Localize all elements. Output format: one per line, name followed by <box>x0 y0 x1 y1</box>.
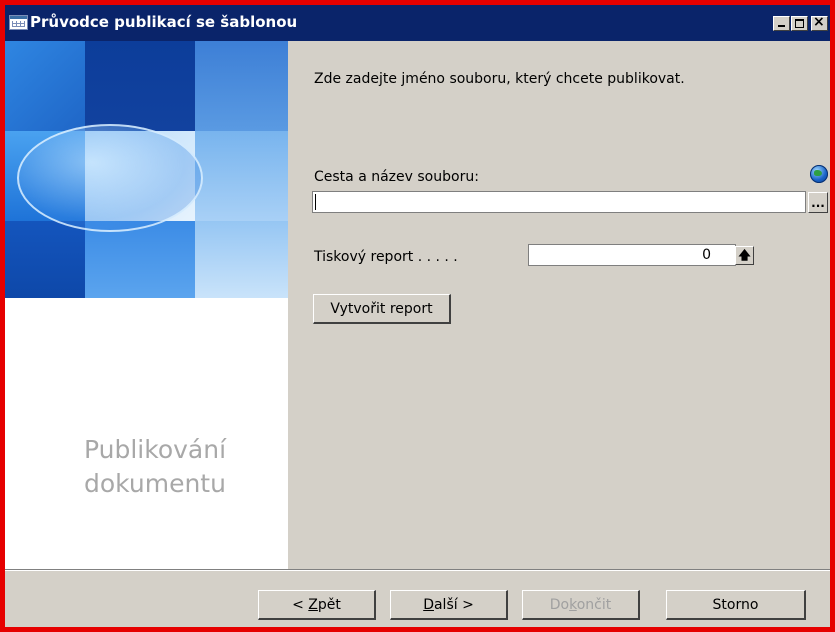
back-rest: pět <box>317 596 341 613</box>
finish-button[interactable]: Dokončit <box>522 590 640 620</box>
cancel-button[interactable]: Storno <box>666 590 806 620</box>
file-path-input[interactable] <box>312 191 806 213</box>
table-icon <box>9 15 28 30</box>
minimize-button[interactable] <box>773 16 790 31</box>
wizard-content: Zde zadejte jméno souboru, který chcete … <box>288 41 830 569</box>
footer-divider <box>5 569 830 571</box>
maximize-button[interactable] <box>791 16 808 31</box>
back-accelerator: Z <box>308 596 318 613</box>
print-report-label: Tiskový report . . . . . <box>314 249 458 265</box>
browse-button[interactable]: ... <box>808 192 828 213</box>
back-button[interactable]: < Zpět <box>258 590 376 620</box>
finish-pre: Do <box>549 596 570 613</box>
back-prefix: < <box>292 596 309 613</box>
finish-rest: ončit <box>576 596 612 613</box>
sidebar-caption: Publikování dokumentu <box>45 433 265 501</box>
next-button[interactable]: Další > <box>390 590 508 620</box>
banner-image <box>5 41 288 298</box>
create-report-button[interactable]: Vytvořit report <box>313 294 451 324</box>
next-rest: alší > <box>433 596 474 613</box>
close-icon: × <box>813 14 825 30</box>
window-title: Průvodce publikací se šablonou <box>30 13 298 31</box>
text-caret <box>315 194 316 210</box>
close-button[interactable]: × <box>811 14 828 31</box>
file-path-label: Cesta a název souboru: <box>314 169 479 185</box>
next-accelerator: D <box>423 596 434 613</box>
sidebar-caption-line2: dokumentu <box>84 469 226 498</box>
wizard-window: Průvodce publikací se šablonou × Publiko… <box>0 0 835 632</box>
title-bar[interactable]: Průvodce publikací se šablonou × <box>5 5 830 41</box>
report-lookup-button[interactable]: 🡅 <box>735 246 754 265</box>
sidebar-caption-line1: Publikování <box>83 435 227 464</box>
print-report-input[interactable] <box>528 244 736 266</box>
instruction-text: Zde zadejte jméno souboru, který chcete … <box>314 71 685 87</box>
globe-icon[interactable] <box>810 165 828 183</box>
arrow-up-icon: 🡅 <box>738 248 751 262</box>
wizard-sidebar: Publikování dokumentu <box>5 41 288 569</box>
finish-accelerator: k <box>569 596 577 613</box>
